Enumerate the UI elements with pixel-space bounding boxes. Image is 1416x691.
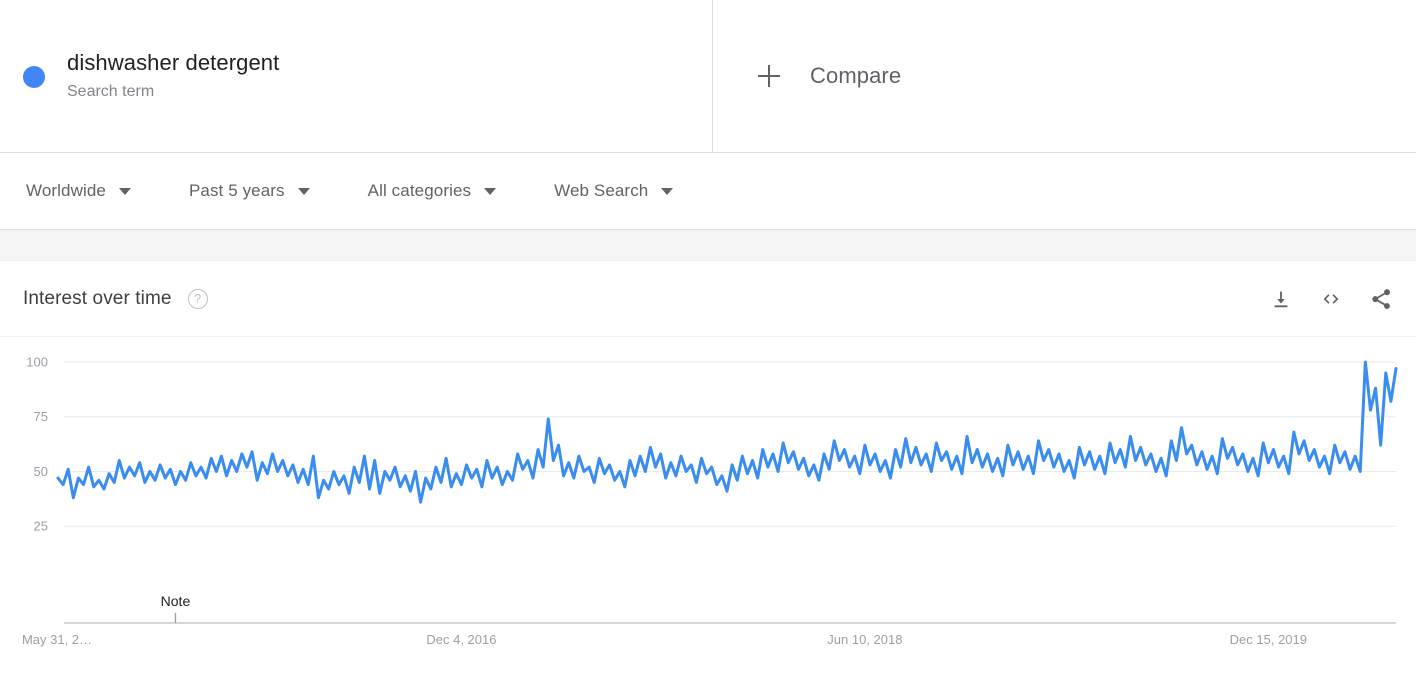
search-term-title: dishwasher detergent: [67, 48, 279, 78]
filter-search-type[interactable]: Web Search: [554, 181, 673, 201]
filter-location[interactable]: Worldwide: [26, 181, 131, 201]
chart-actions: [1248, 282, 1398, 316]
interest-over-time-card: Interest over time ? 25 50 75 100 Note May 31…: [0, 261, 1416, 691]
section-separator: [0, 230, 1416, 261]
svg-text:Dec 4, 2016: Dec 4, 2016: [426, 632, 496, 647]
search-term-texts: dishwasher detergent Search term: [67, 48, 279, 104]
svg-text:Note: Note: [161, 593, 191, 609]
series-color-dot: [23, 66, 45, 88]
chevron-down-icon: [119, 188, 131, 195]
svg-text:25: 25: [34, 519, 48, 534]
add-compare-button[interactable]: Compare: [758, 63, 901, 89]
svg-text:Jun 10, 2018: Jun 10, 2018: [827, 632, 902, 647]
chart-header: Interest over time ?: [0, 261, 1416, 337]
chevron-down-icon: [298, 188, 310, 195]
interest-over-time-plot[interactable]: 25 50 75 100 Note May 31, 2… Dec 4, 2016 Jun 10…: [0, 337, 1416, 691]
filter-category-label: All categories: [368, 181, 471, 201]
compare-label: Compare: [810, 63, 901, 89]
embed-icon[interactable]: [1314, 282, 1348, 316]
svg-text:50: 50: [34, 464, 48, 479]
trend-line-chart: 25 50 75 100 Note May 31, 2… Dec 4, 2016 Jun 10…: [0, 337, 1416, 691]
filter-time-range-label: Past 5 years: [189, 181, 285, 201]
chart-title: Interest over time: [23, 288, 172, 310]
filter-category[interactable]: All categories: [368, 181, 496, 201]
search-term-bar: dishwasher detergent Search term Compare: [0, 0, 1416, 153]
filter-location-label: Worldwide: [26, 181, 106, 201]
search-term-subtitle: Search term: [67, 80, 279, 104]
share-icon[interactable]: [1364, 282, 1398, 316]
compare-cell: Compare: [713, 0, 1416, 152]
download-icon[interactable]: [1264, 282, 1298, 316]
chevron-down-icon: [484, 188, 496, 195]
chevron-down-icon: [661, 188, 673, 195]
svg-text:Dec 15, 2019: Dec 15, 2019: [1230, 632, 1307, 647]
filter-search-type-label: Web Search: [554, 181, 648, 201]
filter-time-range[interactable]: Past 5 years: [189, 181, 310, 201]
svg-text:May 31, 2…: May 31, 2…: [22, 632, 92, 647]
search-term-card[interactable]: dishwasher detergent Search term: [0, 0, 713, 152]
svg-text:75: 75: [34, 409, 48, 424]
filter-bar: Worldwide Past 5 years All categories We…: [0, 153, 1416, 230]
question-mark-icon[interactable]: ?: [188, 289, 208, 309]
svg-text:100: 100: [26, 354, 48, 369]
plus-icon: [758, 65, 780, 87]
